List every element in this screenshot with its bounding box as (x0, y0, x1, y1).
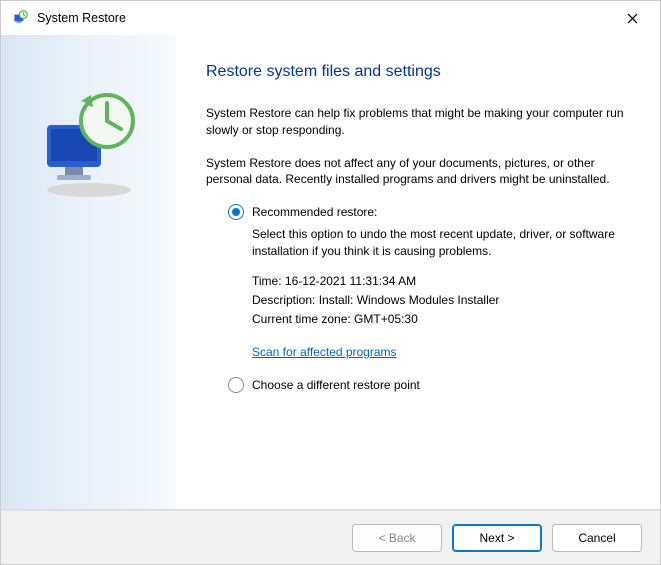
intro-paragraph-2: System Restore does not affect any of yo… (206, 155, 630, 189)
next-button[interactable]: Next > (452, 524, 542, 552)
restore-illustration-icon (29, 85, 149, 205)
dialog-body: Restore system files and settings System… (1, 35, 660, 510)
wizard-footer: < Back Next > Cancel (1, 510, 660, 564)
option-recommended[interactable]: Recommended restore: (228, 204, 630, 220)
back-button: < Back (352, 524, 442, 552)
restore-description: Description: Install: Windows Modules In… (252, 293, 630, 307)
radio-different[interactable] (228, 377, 244, 393)
option-recommended-body: Select this option to undo the most rece… (228, 226, 630, 359)
cancel-button[interactable]: Cancel (552, 524, 642, 552)
wizard-sidebar (1, 35, 176, 509)
restore-time: Time: 16-12-2021 11:31:34 AM (252, 274, 630, 288)
system-restore-window: System Restore Restore system file (0, 0, 661, 565)
recommended-desc: Select this option to undo the most rece… (252, 226, 630, 260)
scan-affected-link[interactable]: Scan for affected programs (252, 345, 397, 359)
restore-timezone: Current time zone: GMT+05:30 (252, 312, 630, 326)
option-different-label: Choose a different restore point (252, 378, 420, 392)
system-restore-icon (11, 9, 29, 27)
option-different[interactable]: Choose a different restore point (228, 377, 630, 393)
intro-paragraph-1: System Restore can help fix problems tha… (206, 105, 630, 139)
page-heading: Restore system files and settings (206, 63, 630, 81)
radio-recommended[interactable] (228, 204, 244, 220)
close-button[interactable] (610, 3, 654, 33)
window-title: System Restore (37, 11, 610, 25)
option-recommended-label: Recommended restore: (252, 205, 377, 219)
main-panel: Restore system files and settings System… (176, 35, 660, 509)
titlebar: System Restore (1, 1, 660, 35)
restore-options: Recommended restore: Select this option … (206, 204, 630, 393)
